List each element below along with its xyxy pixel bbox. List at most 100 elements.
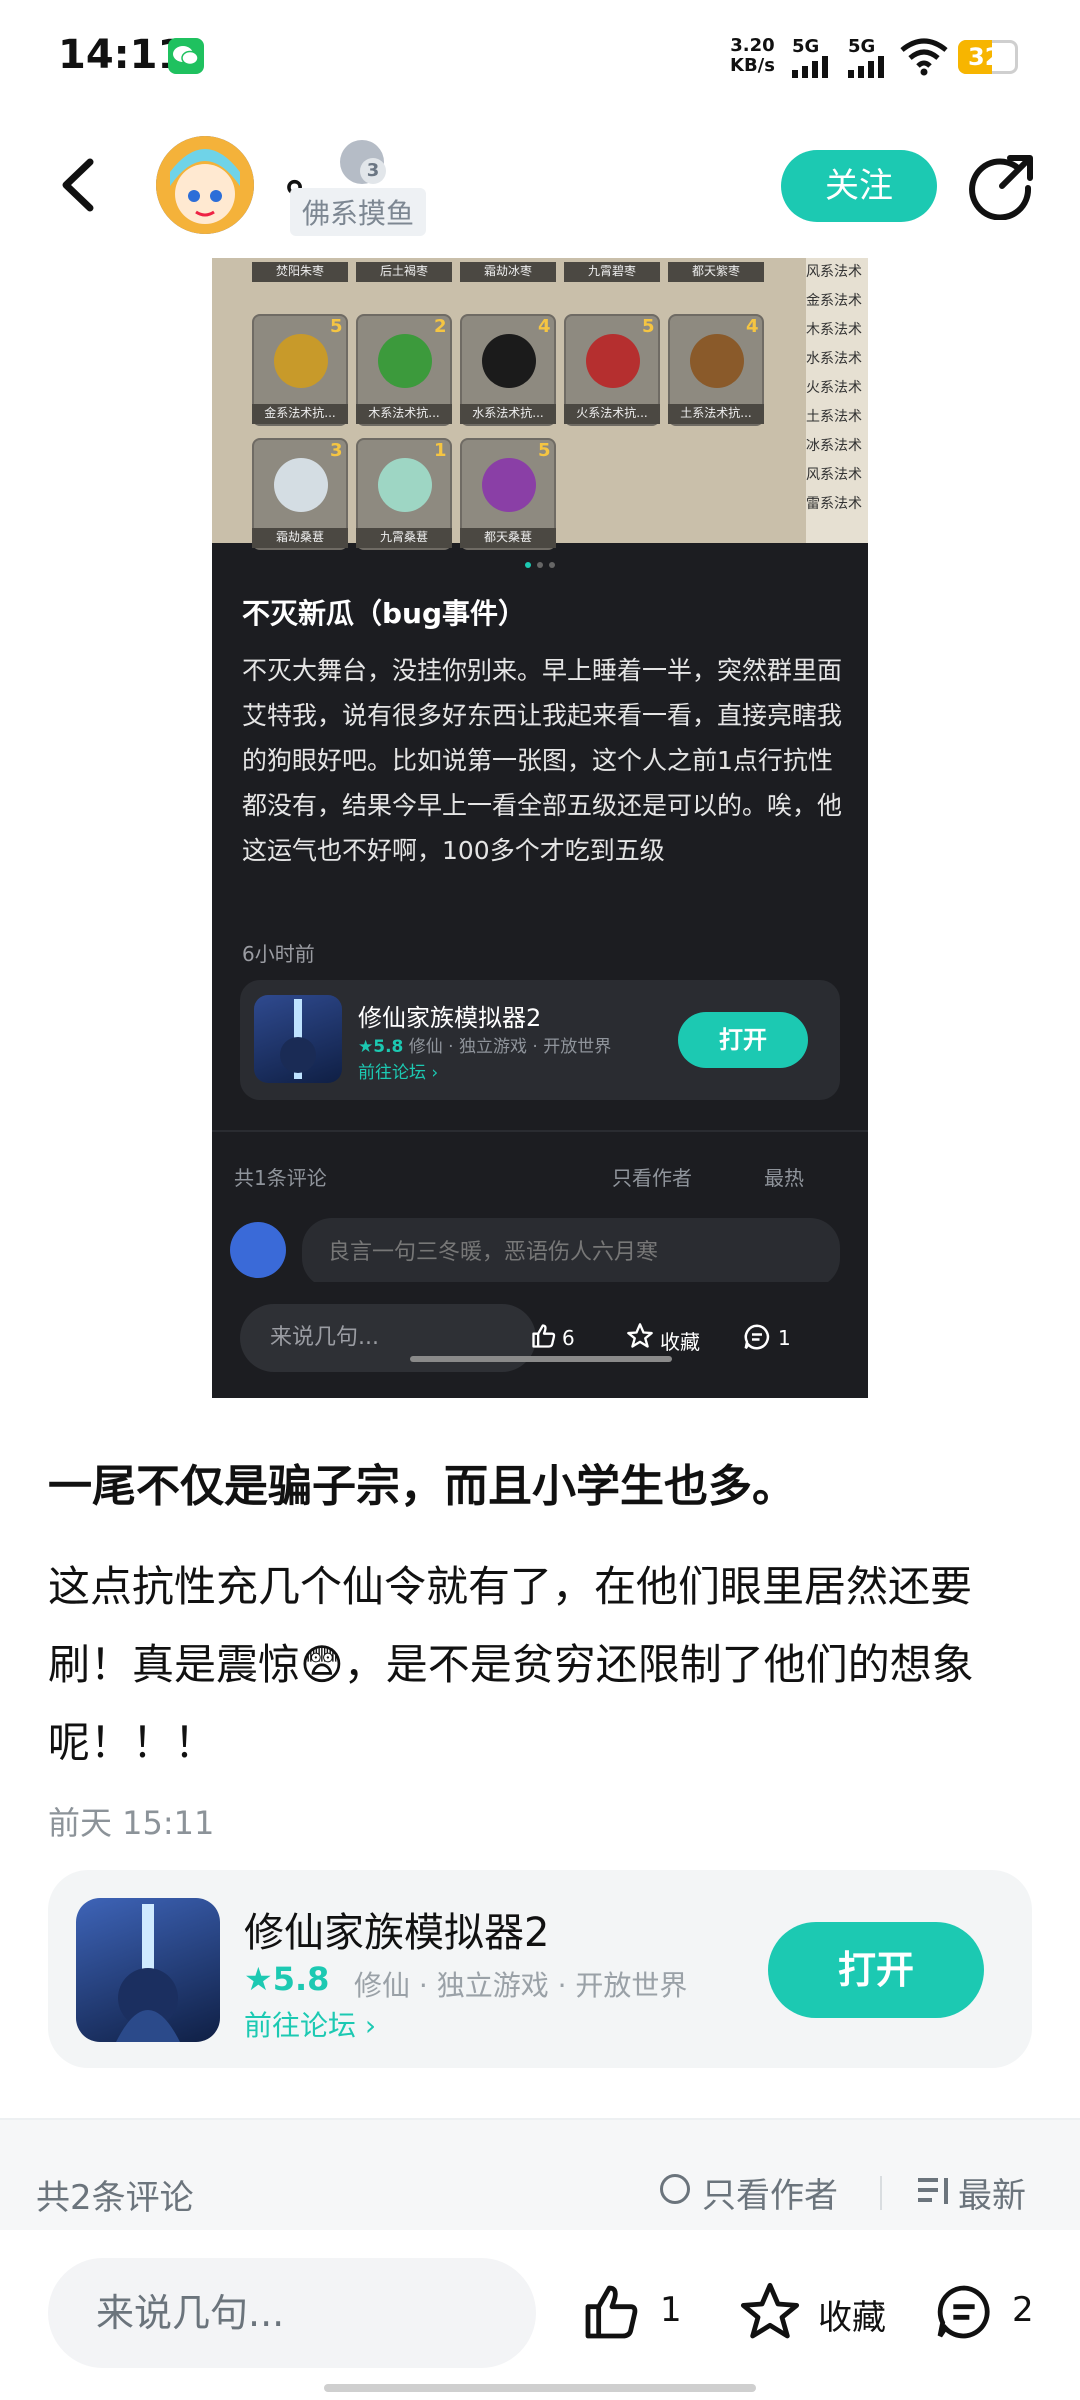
chevron-left-icon bbox=[62, 158, 94, 212]
game-rating: ★5.8 bbox=[358, 1037, 404, 1057]
signal-1-icon bbox=[792, 56, 828, 78]
slot-level: 5 bbox=[538, 440, 551, 461]
embedded-title: 不灭新瓜（bug事件） bbox=[242, 597, 527, 630]
star-icon bbox=[627, 1323, 653, 1348]
item-slot: 5 都天桑葚 bbox=[460, 438, 556, 550]
net-speed-value: 3.20 bbox=[730, 35, 775, 56]
post-title: 一尾不仅是骗子宗，而且小学生也多。 bbox=[48, 1461, 796, 1512]
game-tags: 修仙 · 独立游戏 · 开放世界 bbox=[354, 1969, 688, 2002]
like-button[interactable] bbox=[580, 2280, 650, 2344]
comment-avatar bbox=[230, 1222, 286, 1278]
game-rating: ★5.8 bbox=[244, 1960, 330, 1998]
back-button[interactable] bbox=[52, 150, 112, 220]
divider bbox=[880, 2176, 882, 2210]
slot-level: 5 bbox=[642, 316, 655, 337]
favorite-label: 收藏 bbox=[818, 2298, 886, 2338]
net-speed-unit: KB/s bbox=[730, 55, 775, 76]
embedded-time: 6小时前 bbox=[242, 942, 315, 966]
share-icon bbox=[969, 155, 1033, 221]
comment-preview: 良言一句三冬暖，恶语伤人六月寒 bbox=[302, 1218, 840, 1288]
wechat-icon bbox=[168, 38, 204, 74]
share-button[interactable] bbox=[968, 150, 1038, 221]
game-tags: 修仙 · 独立游戏 · 开放世界 bbox=[408, 1037, 612, 1057]
embedded-fav: 收藏 bbox=[660, 1330, 700, 1354]
comment-count-bottom: 2 bbox=[1012, 2290, 1034, 2330]
embedded-game-card: 修仙家族模拟器2 ★5.8 修仙 · 独立游戏 · 开放世界 前往论坛 › 打开 bbox=[240, 980, 840, 1100]
forum-link[interactable]: 前往论坛 › bbox=[244, 2004, 376, 2044]
game-title: 修仙家族模拟器2 bbox=[358, 1004, 542, 1032]
top-slot-label: 九霄碧枣 bbox=[564, 262, 660, 282]
embedded-sort: 最热 bbox=[764, 1166, 804, 1190]
embedded-only-author: 只看作者 bbox=[612, 1166, 692, 1190]
item-slot: 1 九霄桑葚 bbox=[356, 438, 452, 550]
attribute-list: 风系法术 金系法术 木系法术 水系法术 火系法术 土系法术 冰系法术 风系法术 … bbox=[806, 258, 868, 543]
item-slot: 4 水系法术抗... bbox=[460, 314, 556, 426]
open-game-button[interactable]: 打开 bbox=[768, 1922, 984, 2018]
item-slot: 5 金系法术抗... bbox=[252, 314, 348, 426]
only-author-toggle[interactable]: 只看作者 bbox=[702, 2168, 838, 2217]
comment-count: 共2条评论 bbox=[36, 2178, 194, 2218]
star-icon bbox=[740, 2282, 800, 2339]
favorite-button[interactable] bbox=[738, 2280, 808, 2344]
slot-label: 火系法术抗... bbox=[564, 404, 660, 424]
follow-button[interactable]: 关注 bbox=[781, 150, 937, 222]
radio-icon bbox=[660, 2174, 690, 2204]
fruit-icon bbox=[274, 458, 328, 512]
slot-level: 3 bbox=[330, 440, 343, 461]
open-game-button: 打开 bbox=[678, 1012, 808, 1068]
slot-label: 水系法术抗... bbox=[460, 404, 556, 424]
fruit-icon bbox=[378, 458, 432, 512]
attribute-item: 风系法术 bbox=[806, 467, 862, 483]
avatar[interactable] bbox=[156, 136, 254, 234]
embedded-comments: 1 bbox=[778, 1326, 791, 1350]
thumbs-up-icon bbox=[532, 1324, 556, 1348]
top-slot-label: 都天紫枣 bbox=[668, 262, 764, 282]
embedded-comment-count: 共1条评论 bbox=[234, 1166, 327, 1190]
post-body: 这点抗性充几个仙令就有了，在他们眼里居然还要刷！真是震惊😨，是不是贫穷还限制了他… bbox=[48, 1562, 974, 1767]
fruit-icon bbox=[482, 458, 536, 512]
sort-icon bbox=[918, 2178, 948, 2204]
slot-level: 5 bbox=[330, 316, 343, 337]
attribute-item: 水系法术 bbox=[806, 351, 862, 367]
top-slot-label: 焚阳朱枣 bbox=[252, 262, 348, 282]
game-card[interactable]: 修仙家族模拟器2 ★5.8 修仙 · 独立游戏 · 开放世界 前往论坛 › 打开 bbox=[48, 1870, 1032, 2068]
user-tag: 佛系摸鱼 bbox=[290, 188, 427, 236]
fruit-icon bbox=[378, 334, 432, 388]
attribute-item: 木系法术 bbox=[806, 322, 862, 338]
home-indicator[interactable] bbox=[324, 2384, 756, 2392]
item-slot: 2 木系法术抗... bbox=[356, 314, 452, 426]
attribute-item: 火系法术 bbox=[806, 380, 862, 396]
comment-button[interactable] bbox=[932, 2280, 1002, 2344]
item-slot: 3 霜劫桑葚 bbox=[252, 438, 348, 550]
post-image[interactable]: 焚阳朱枣 后土褐枣 霜劫冰枣 九霄碧枣 都天紫枣 5 金系法术抗... 2 木系… bbox=[212, 258, 868, 1398]
slot-label: 都天桑葚 bbox=[460, 528, 556, 548]
attribute-item: 金系法术 bbox=[806, 293, 862, 309]
game-icon bbox=[254, 995, 342, 1083]
game-meta: ★5.8 修仙 · 独立游戏 · 开放世界 bbox=[358, 1032, 611, 1057]
embedded-bottom-bar: 来说几句... 6 收藏 1 bbox=[212, 1282, 868, 1398]
top-slot-label: 后土褐枣 bbox=[356, 262, 452, 282]
fruit-icon bbox=[690, 334, 744, 388]
top-slot-row: 焚阳朱枣 后土褐枣 霜劫冰枣 九霄碧枣 都天紫枣 bbox=[222, 258, 802, 294]
divider bbox=[212, 1130, 868, 1132]
embedded-likes: 6 bbox=[562, 1326, 575, 1350]
sort-button[interactable]: 最新 bbox=[958, 2168, 1026, 2217]
embedded-home-indicator bbox=[410, 1356, 672, 1362]
fruit-icon bbox=[482, 334, 536, 388]
comment-icon bbox=[744, 1324, 770, 1350]
slot-label: 金系法术抗... bbox=[252, 404, 348, 424]
battery-level: 32 bbox=[968, 43, 1002, 71]
comment-input[interactable]: 来说几句... bbox=[48, 2258, 536, 2368]
thumbs-up-icon bbox=[585, 2285, 638, 2339]
status-time: 14:11 bbox=[58, 32, 186, 78]
item-slot: 4 土系法术抗... bbox=[668, 314, 764, 426]
slot-label: 土系法术抗... bbox=[668, 404, 764, 424]
post-time: 前天 15:11 bbox=[48, 1804, 215, 1842]
slot-level: 2 bbox=[434, 316, 447, 337]
attribute-item: 土系法术 bbox=[806, 409, 862, 425]
attribute-item: 雷系法术 bbox=[806, 496, 862, 512]
status-bar: 14:11 3.20 KB/s 5G 5G 32 bbox=[0, 0, 1080, 120]
net-speed: 3.20 KB/s bbox=[730, 36, 775, 76]
game-screenshot: 焚阳朱枣 后土褐枣 霜劫冰枣 九霄碧枣 都天紫枣 5 金系法术抗... 2 木系… bbox=[212, 258, 868, 550]
slot-label: 霜劫桑葚 bbox=[252, 528, 348, 548]
